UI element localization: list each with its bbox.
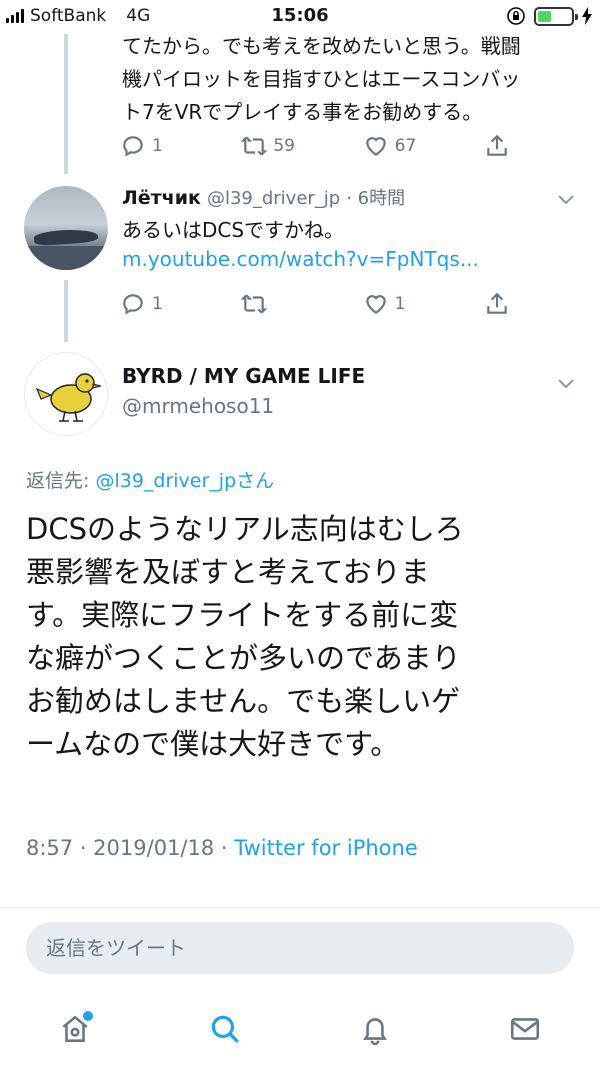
user-handle[interactable]: @mrmehoso11 bbox=[122, 394, 274, 418]
orientation-lock-icon bbox=[507, 7, 525, 25]
user-name[interactable]: BYRD / MY GAME LIFE bbox=[122, 364, 365, 388]
chevron-down-icon[interactable] bbox=[558, 374, 574, 389]
retweet-button[interactable] bbox=[241, 291, 311, 317]
main-tweet-text: DCSのようなリアル志向はむしろ 悪影響を及ぼすと考えておりま す。実際にフライ… bbox=[26, 508, 582, 766]
bird-logo-icon bbox=[35, 373, 102, 422]
text-line: 機パイロットを目指すひとはエースコンバッ bbox=[122, 67, 521, 91]
heart-icon bbox=[365, 295, 386, 314]
reply-to-user-link[interactable]: @l39_driver_jpさん bbox=[95, 470, 274, 492]
text-line: お勧めはしません。でも楽しいゲ bbox=[26, 684, 461, 718]
reply-tweet-text: あるいはDCSですかね。 bbox=[122, 218, 345, 242]
heart-icon bbox=[365, 137, 386, 156]
reply-tweet-header: Лётчик @l39_driver_jp · 6時間 bbox=[122, 184, 405, 210]
reply-button[interactable]: 1 bbox=[120, 133, 190, 159]
share-button[interactable] bbox=[484, 291, 510, 317]
text-line: す。実際にフライトをする前に変 bbox=[26, 598, 459, 632]
tab-search[interactable] bbox=[195, 999, 255, 1059]
reply-to-line: 返信先: @l39_driver_jpさん bbox=[26, 466, 274, 493]
user-handle[interactable]: @l39_driver_jp bbox=[207, 188, 340, 209]
battery-icon bbox=[534, 6, 578, 26]
reply-icon bbox=[123, 136, 143, 157]
text-line: DCSのようなリアル志向はむしろ bbox=[26, 512, 464, 546]
tab-bar bbox=[0, 990, 600, 1067]
retweet-icon bbox=[241, 136, 268, 156]
text-line: てたから。でも考えを改めたいと思う。戦闘 bbox=[122, 34, 521, 58]
avatar[interactable] bbox=[24, 186, 108, 270]
text-line: 悪影響を及ぼすと考えておりま bbox=[26, 555, 430, 589]
reply-tweet-actions: 1 1 bbox=[120, 288, 510, 320]
reply-count: 1 bbox=[152, 294, 163, 314]
thread-line-top bbox=[64, 34, 68, 174]
like-count: 1 bbox=[394, 294, 406, 314]
previous-tweet-actions: 1 59 67 bbox=[120, 130, 510, 162]
share-icon bbox=[487, 292, 507, 314]
reply-to-label: 返信先: bbox=[26, 470, 96, 492]
like-button[interactable]: 1 bbox=[363, 291, 433, 317]
status-bar: SoftBank 4G 15:06 bbox=[0, 0, 600, 34]
divider bbox=[0, 907, 600, 908]
like-count: 67 bbox=[394, 136, 417, 156]
like-button[interactable]: 67 bbox=[363, 133, 433, 159]
previous-tweet-text: てたから。でも考えを改めたいと思う。戦闘 機パイロットを目指すひとはエースコンバ… bbox=[122, 30, 584, 129]
notifications-icon bbox=[363, 1017, 387, 1045]
share-icon bbox=[487, 134, 507, 156]
tab-home[interactable] bbox=[45, 999, 105, 1059]
source-link[interactable]: Twitter for iPhone bbox=[234, 836, 418, 860]
tab-messages[interactable] bbox=[495, 999, 555, 1059]
reply-button[interactable]: 1 bbox=[120, 291, 190, 317]
reply-compose-box[interactable] bbox=[26, 922, 574, 974]
reply-icon bbox=[123, 294, 143, 315]
tweet-timestamp: 8:57 · 2019/01/18 · Twitter for iPhone bbox=[26, 836, 418, 860]
retweet-icon bbox=[241, 294, 268, 314]
charging-icon bbox=[582, 7, 592, 25]
status-icons bbox=[506, 6, 592, 26]
chevron-down-icon[interactable] bbox=[558, 190, 574, 205]
notification-dot bbox=[83, 1010, 93, 1021]
text-line: ト7をVRでプレイする事をお勧めする。 bbox=[122, 100, 483, 124]
tweet-time: · 6時間 bbox=[346, 188, 406, 209]
share-button[interactable] bbox=[484, 133, 510, 159]
avatar[interactable] bbox=[24, 352, 108, 436]
text-line: な癖がつくことが多いのであまり bbox=[26, 641, 461, 675]
youtube-link[interactable]: m.youtube.com/watch?v=FpNTqs... bbox=[122, 247, 479, 271]
retweet-count: 59 bbox=[273, 136, 295, 156]
reply-input[interactable] bbox=[26, 922, 574, 974]
timestamp-text: 8:57 · 2019/01/18 · bbox=[26, 836, 235, 860]
reply-count: 1 bbox=[152, 136, 163, 156]
thread-line-mid bbox=[64, 280, 68, 342]
tab-notifications[interactable] bbox=[345, 999, 405, 1059]
search-icon bbox=[211, 1015, 239, 1043]
messages-icon bbox=[510, 1017, 540, 1040]
text-line: ームなので僕は大好きです。 bbox=[26, 727, 400, 761]
retweet-button[interactable]: 59 bbox=[241, 133, 311, 159]
user-name[interactable]: Лётчик bbox=[122, 187, 201, 209]
